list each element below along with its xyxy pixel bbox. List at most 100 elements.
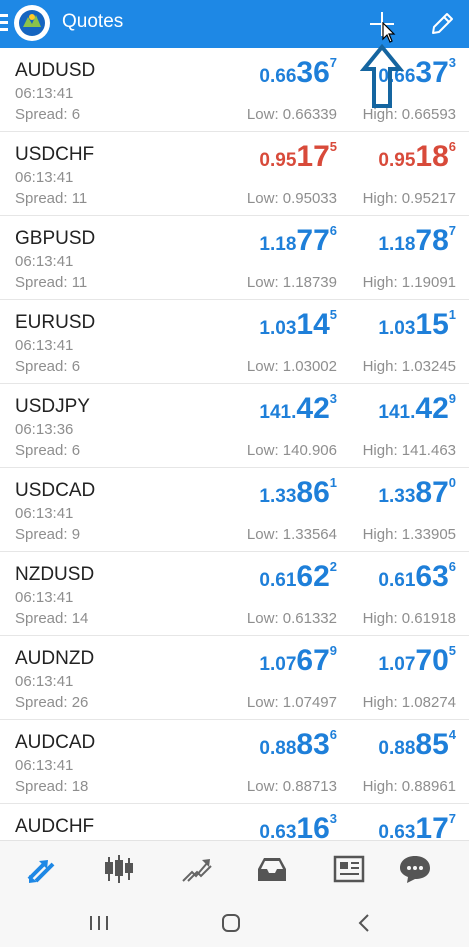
trend-icon <box>182 859 212 882</box>
trade-tab[interactable] <box>180 854 214 884</box>
recent-apps-button[interactable] <box>84 912 114 934</box>
quote-time: 06:13:41 <box>15 505 74 522</box>
bid-price-base: 1.33 <box>259 486 297 507</box>
recent-apps-icon <box>90 916 108 930</box>
bid-price-fraction: 5 <box>329 139 337 154</box>
bid-price: 1.07679 <box>259 643 337 676</box>
history-tab[interactable] <box>255 854 289 884</box>
ask-price-base: 0.63 <box>378 822 416 840</box>
bid-price-base: 0.88 <box>259 738 297 759</box>
ask-price: 1.33870 <box>378 475 456 509</box>
bid-price: 0.95175 <box>259 139 337 172</box>
spread-value: Spread: 9 <box>15 526 81 543</box>
spread-value: Spread: 18 <box>15 778 89 795</box>
plus-icon <box>370 12 394 36</box>
bid-price-pips: 62 <box>296 560 330 593</box>
bid-price-fraction: 7 <box>329 55 337 70</box>
quote-time: 06:13:36 <box>15 421 74 438</box>
ask-price-fraction: 7 <box>448 223 456 238</box>
ask-price-pips: 78 <box>415 224 449 257</box>
ask-price-pips: 63 <box>415 560 449 593</box>
quote-row[interactable]: USDCHF 06:13:41 Spread: 11 Low: 0.95033 High… <box>0 132 469 216</box>
low-value: Low: 0.61332 <box>246 610 337 627</box>
ask-price-pips: 87 <box>415 476 449 509</box>
symbol-name: USDCHF <box>15 144 95 165</box>
news-tab[interactable] <box>332 854 366 884</box>
quote-row[interactable]: GBPUSD 06:13:41 Spread: 11 Low: 1.18739 High… <box>0 216 469 300</box>
quote-row[interactable]: USDJPY 06:13:36 Spread: 6 Low: 140.906 High:… <box>0 384 469 468</box>
ask-price: 0.63177 <box>378 812 456 841</box>
ask-price-fraction: 3 <box>448 55 456 70</box>
bid-price-base: 0.63 <box>259 822 297 840</box>
bid-price-base: 1.18 <box>259 234 297 255</box>
ask-price: 0.88854 <box>378 728 456 760</box>
low-value: Low: 1.33564 <box>246 526 337 543</box>
symbol-name: GBPUSD <box>15 228 96 249</box>
ask-price-fraction: 0 <box>448 475 456 490</box>
symbol-name: AUDCHF <box>15 816 95 837</box>
bid-price-pips: 42 <box>296 392 330 425</box>
bid-price: 0.88836 <box>259 727 337 760</box>
quotes-list[interactable]: AUDUSD 06:13:41 Spread: 6 Low: 0.66339 High:… <box>0 48 469 840</box>
ask-price-base: 0.88 <box>378 738 416 759</box>
symbol-name: USDCAD <box>15 480 96 501</box>
ask-price-fraction: 6 <box>448 559 456 574</box>
quotes-tab[interactable] <box>24 854 58 884</box>
bid-price-base: 141. <box>259 402 297 423</box>
ask-price-pips: 17 <box>415 812 449 841</box>
quote-row[interactable]: EURUSD 06:13:41 Spread: 6 Low: 1.03002 High:… <box>0 300 469 384</box>
quote-row[interactable]: AUDNZD 06:13:41 Spread: 26 Low: 1.07497 High… <box>0 636 469 720</box>
bid-price-fraction: 6 <box>329 223 337 238</box>
bid-price: 141.423 <box>259 392 337 425</box>
high-value: High: 0.61918 <box>362 610 456 627</box>
edit-button[interactable] <box>424 6 460 42</box>
spread-value: Spread: 6 <box>15 442 81 459</box>
bid-price-fraction: 6 <box>329 727 337 742</box>
quote-row[interactable]: AUDCAD 06:13:41 Spread: 18 Low: 0.88713 High… <box>0 720 469 804</box>
quote-row[interactable]: USDCAD 06:13:41 Spread: 9 Low: 1.33564 High:… <box>0 468 469 552</box>
bottom-navigation <box>0 840 469 898</box>
home-button[interactable] <box>216 912 246 934</box>
quote-row[interactable]: AUDCHF 0.63163 0.63177 <box>0 804 469 840</box>
ask-price-pips: 37 <box>415 56 449 89</box>
bid-price-pips: 86 <box>296 476 330 509</box>
ask-price-base: 141. <box>378 402 416 423</box>
arrows-icon <box>27 860 55 883</box>
quote-time: 06:13:41 <box>15 253 74 270</box>
spread-value: Spread: 11 <box>15 274 88 291</box>
high-value: High: 1.19091 <box>362 274 456 291</box>
high-value: High: 141.463 <box>362 442 456 459</box>
bid-price: 0.61622 <box>259 560 337 593</box>
ask-price-base: 0.61 <box>378 570 416 591</box>
spread-value: Spread: 11 <box>15 190 88 207</box>
quote-row[interactable]: AUDUSD 06:13:41 Spread: 6 Low: 0.66339 High:… <box>0 48 469 132</box>
bid-price: 0.66367 <box>259 55 337 88</box>
candlestick-icon <box>105 855 133 883</box>
high-value: High: 1.08274 <box>362 694 456 711</box>
spread-value: Spread: 6 <box>15 106 81 123</box>
low-value: Low: 1.18739 <box>246 274 337 291</box>
low-value: Low: 1.03002 <box>246 358 337 375</box>
back-icon <box>358 914 369 932</box>
symbol-name: NZDUSD <box>15 564 95 585</box>
ask-price-pips: 18 <box>415 140 449 173</box>
bid-price-fraction: 5 <box>329 307 337 322</box>
high-value: High: 0.88961 <box>362 778 456 795</box>
messages-tab[interactable] <box>398 854 432 884</box>
bid-price-base: 0.66 <box>259 66 297 87</box>
bid-price-fraction: 3 <box>329 811 337 826</box>
low-value: Low: 0.88713 <box>246 778 337 795</box>
ask-price-pips: 42 <box>415 392 449 425</box>
ask-price-base: 0.95 <box>378 150 416 171</box>
bid-price: 1.33861 <box>259 476 337 509</box>
ask-price-base: 1.07 <box>378 654 416 675</box>
menu-icon[interactable] <box>0 14 8 34</box>
bid-price-fraction: 9 <box>329 643 337 658</box>
add-symbol-button[interactable] <box>364 6 400 42</box>
ask-price-base: 1.03 <box>378 318 416 339</box>
bid-price: 1.03145 <box>259 307 337 340</box>
quote-time: 06:13:41 <box>15 85 74 102</box>
quote-row[interactable]: NZDUSD 06:13:41 Spread: 14 Low: 0.61332 High… <box>0 552 469 636</box>
chart-tab[interactable] <box>102 854 136 884</box>
back-button[interactable] <box>350 912 380 934</box>
